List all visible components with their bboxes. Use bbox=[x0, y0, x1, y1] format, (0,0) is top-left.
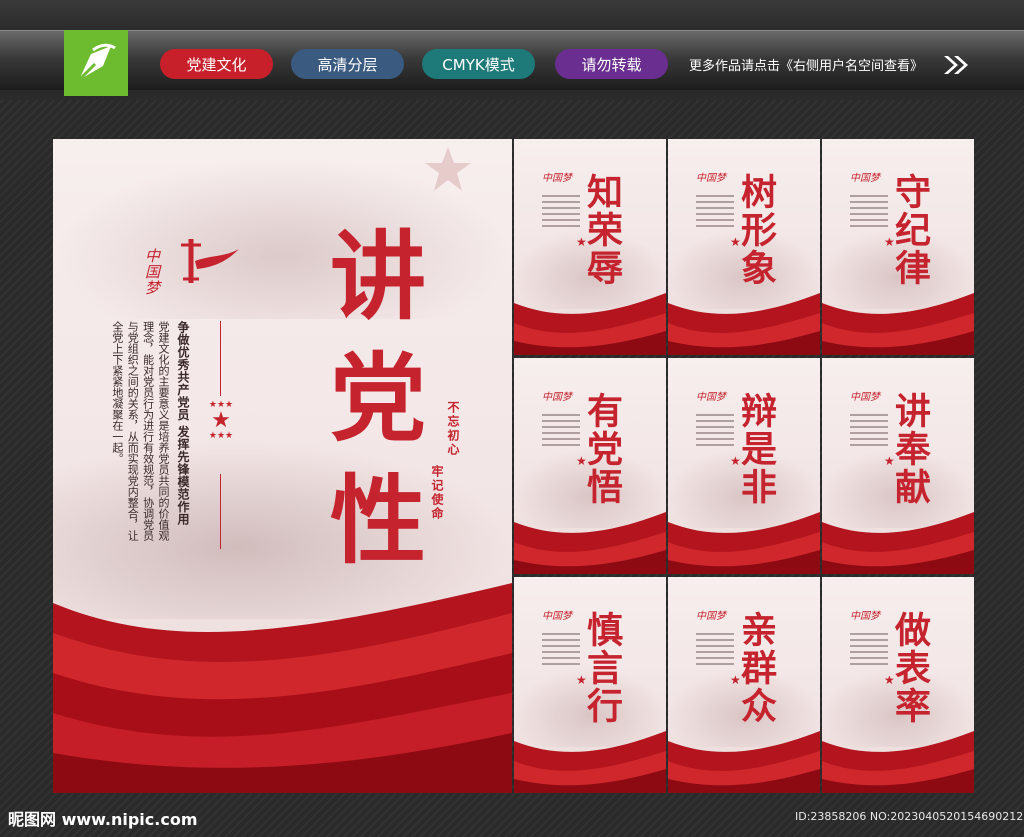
logo-text: 中国梦 bbox=[145, 247, 161, 297]
poster-3: 中国梦 ★ 守纪律 bbox=[822, 139, 974, 355]
mini-logo: 中国梦 bbox=[850, 392, 880, 403]
title-char-2: 党 bbox=[330, 342, 426, 455]
poster-4: 中国梦 ★ 有党悟 bbox=[514, 358, 666, 574]
more-works-link[interactable]: 更多作品请点击《右侧用户名空间查看》 bbox=[689, 55, 923, 74]
double-arrow-icon[interactable] bbox=[942, 54, 970, 76]
tag-party-culture[interactable]: 党建文化 bbox=[160, 49, 273, 79]
poster-title: 知荣辱 bbox=[581, 173, 623, 287]
main-poster: 中国梦 讲 党 性 争做优秀共产党员 发挥先锋模范作用 ★★★ ★ ★★★ 党建… bbox=[53, 139, 512, 793]
mini-logo: 中国梦 bbox=[696, 392, 726, 403]
text-lines bbox=[542, 195, 580, 231]
poster-title: 树形象 bbox=[735, 173, 777, 287]
poster-title: 有党悟 bbox=[581, 392, 623, 506]
tag-cmyk[interactable]: CMYK模式 bbox=[422, 49, 535, 79]
big-star-icon: ★ bbox=[211, 408, 231, 433]
mini-logo: 中国梦 bbox=[542, 611, 572, 622]
poster-title: 辩是非 bbox=[735, 392, 777, 506]
title-char-1: 讲 bbox=[330, 220, 426, 333]
star-watermark-icon bbox=[425, 147, 471, 191]
text-lines bbox=[696, 633, 734, 669]
mini-logo: 中国梦 bbox=[850, 611, 880, 622]
pen-nib-icon bbox=[77, 43, 116, 82]
china-dream-logo: 中国梦 bbox=[141, 231, 241, 295]
star-icon: ★★★ bbox=[208, 431, 234, 441]
text-lines bbox=[696, 414, 734, 450]
stars-decoration: ★★★ ★ ★★★ bbox=[206, 401, 236, 441]
poster-title: 亲群众 bbox=[735, 611, 777, 725]
red-silk-wave bbox=[514, 731, 666, 793]
red-silk-wave bbox=[822, 731, 974, 793]
poster-7: 中国梦 ★ 慎言行 bbox=[514, 577, 666, 793]
text-lines bbox=[696, 195, 734, 231]
poster-title: 做表率 bbox=[889, 611, 931, 725]
text-lines bbox=[850, 414, 888, 450]
text-lines bbox=[542, 633, 580, 669]
poster-8: 中国梦 ★ 亲群众 bbox=[668, 577, 820, 793]
poster-title: 守纪律 bbox=[889, 173, 931, 287]
red-silk-wave bbox=[668, 293, 820, 355]
red-silk-wave bbox=[514, 512, 666, 574]
poster-2: 中国梦 ★ 树形象 bbox=[668, 139, 820, 355]
poster-title: 慎言行 bbox=[581, 611, 623, 725]
red-silk-wave bbox=[822, 293, 974, 355]
image-id-text: ID:23858206 NO:20230405201546902129 bbox=[795, 810, 1024, 823]
poster-9: 中国梦 ★ 做表率 bbox=[822, 577, 974, 793]
red-silk-wave bbox=[53, 583, 512, 793]
mini-logo: 中国梦 bbox=[850, 173, 880, 184]
mini-logo: 中国梦 bbox=[542, 392, 572, 403]
poster-title: 讲奉献 bbox=[889, 392, 931, 506]
body-paragraph: 党建文化的主要意义是培养党员共同的价值观理念，能对党员行为进行有效规范，协调党员… bbox=[110, 321, 170, 541]
slogan-text: 争做优秀共产党员 发挥先锋模范作用 bbox=[176, 321, 190, 526]
text-lines bbox=[850, 633, 888, 669]
divider-line bbox=[220, 474, 221, 549]
poster-5: 中国梦 ★ 辩是非 bbox=[668, 358, 820, 574]
red-silk-wave bbox=[668, 731, 820, 793]
poster-6: 中国梦 ★ 讲奉献 bbox=[822, 358, 974, 574]
poster-1: 中国梦 ★ 知荣辱 bbox=[514, 139, 666, 355]
mini-logo: 中国梦 bbox=[542, 173, 572, 184]
brand-logo bbox=[64, 30, 128, 96]
title-char-3: 性 bbox=[330, 464, 426, 577]
divider-line bbox=[220, 321, 221, 396]
red-silk-wave bbox=[514, 293, 666, 355]
tag-no-repost[interactable]: 请勿转载 bbox=[555, 49, 668, 79]
red-silk-wave bbox=[822, 512, 974, 574]
site-watermark: 昵图网 www.nipic.com bbox=[8, 810, 198, 829]
red-silk-wave bbox=[668, 512, 820, 574]
mini-logo: 中国梦 bbox=[696, 173, 726, 184]
text-lines bbox=[850, 195, 888, 231]
text-lines bbox=[542, 414, 580, 450]
motto-2: 牢记使命 bbox=[430, 465, 444, 521]
mini-logo: 中国梦 bbox=[696, 611, 726, 622]
tag-hd-layered[interactable]: 高清分层 bbox=[291, 49, 404, 79]
motto-1: 不忘初心 bbox=[446, 401, 460, 457]
